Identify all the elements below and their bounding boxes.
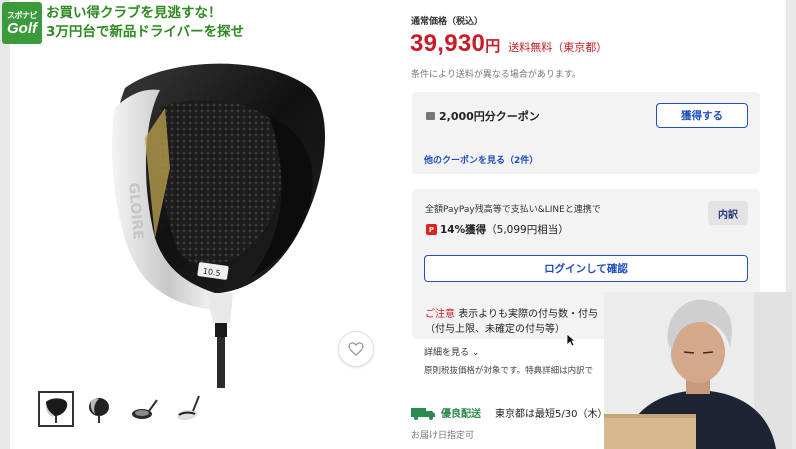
presenter-video [604, 292, 792, 449]
webcam-overlay [604, 292, 792, 449]
delivery-row: 優良配送 東京都は最短5/30（木） [411, 405, 607, 420]
thumbnail-3[interactable] [126, 391, 162, 427]
delivery-date: 東京都は最短5/30（木） [495, 409, 608, 420]
product-main-image[interactable]: 10.5 GLOIRE [85, 48, 345, 388]
price-currency: 円 [485, 37, 501, 55]
logo-top-text: スポナビ [7, 10, 38, 20]
price-label: 通常価格（税込） [411, 17, 484, 27]
points-earn: 14%獲得（5,099円相当） [440, 222, 569, 237]
driver-thumb-icon [177, 395, 200, 420]
coupon-panel: 2,000円分クーポン 獲得する 他のクーポンを見る（2件） [412, 92, 760, 174]
thumbnail-2[interactable] [82, 391, 118, 427]
shipping-info: 送料無料（東京都） [508, 41, 608, 54]
points-description: 全額PayPay残高等で支払い&LINEと連携で [425, 205, 601, 215]
driver-thumb-icon [89, 398, 109, 423]
breakdown-button[interactable]: 内訳 [708, 201, 748, 225]
headline-line-1: お買い得クラブを見逃すな！ [46, 5, 222, 21]
driver-thumb-icon [45, 398, 68, 423]
other-coupons-link[interactable]: 他のクーポンを見る（2件） [424, 153, 538, 166]
mouse-cursor-icon [566, 333, 576, 347]
coupon-icon [426, 112, 435, 120]
favorite-button[interactable] [338, 331, 374, 367]
tax-note: 原則税抜価格が対象です。特典詳細は内訳で [424, 366, 594, 376]
thumbnail-1[interactable] [38, 391, 74, 427]
logo-main-text: Golf [7, 19, 37, 37]
caution-label: ご注意 [425, 309, 455, 320]
driver-head-image: 10.5 GLOIRE [111, 63, 325, 388]
caution-text: 表示よりも実際の付与数・付与 [458, 309, 598, 320]
login-confirm-button[interactable]: ログインして確認 [424, 255, 748, 282]
headline-line-2: 3万円台で新品ドライバーを探せ [46, 24, 245, 40]
price-row: 39,930 円 送料無料（東京都） [410, 30, 607, 58]
thumbnail-4[interactable] [170, 391, 206, 427]
thumbnail-strip [38, 391, 206, 427]
heart-icon [348, 342, 364, 356]
delivery-label: 優良配送 [441, 409, 481, 420]
paypay-icon: P [426, 224, 437, 235]
driver-thumb-icon [132, 399, 158, 419]
points-earn-rate: 14%獲得 [440, 224, 487, 236]
coupon-text: 2,000円分クーポン [439, 110, 540, 123]
date-spec-note: お届け日指定可 [411, 431, 475, 441]
truck-icon [411, 407, 435, 420]
left-gutter [0, 0, 10, 449]
shipping-condition-note: 条件により送料が異なる場合があります。 [411, 70, 581, 80]
see-details-link[interactable]: 詳細を見る ⌄ [424, 345, 479, 358]
channel-logo: スポナビ Golf [2, 2, 42, 44]
video-headline: お買い得クラブを見逃すな！ 3万円台で新品ドライバーを探せ [46, 4, 244, 42]
points-earn-amount: （5,099円相当） [486, 224, 569, 236]
price-amount: 39,930 [410, 30, 486, 57]
acquire-coupon-button[interactable]: 獲得する [656, 103, 748, 128]
